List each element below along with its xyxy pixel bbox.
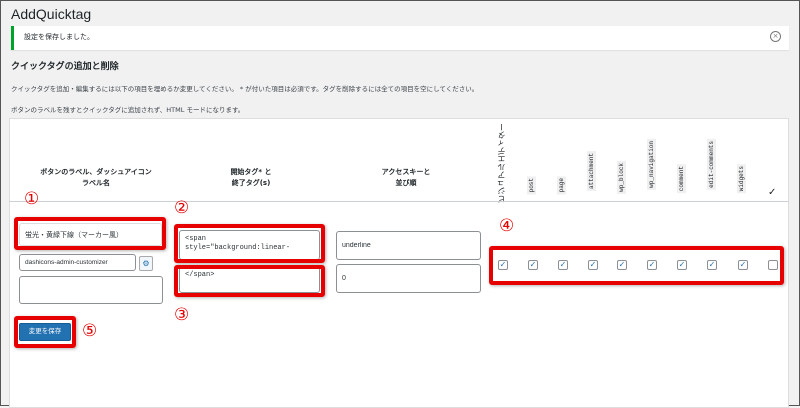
title-textarea[interactable] [19,276,163,304]
header-label-line2: ラベル名 [82,179,110,187]
annotation-2: ② [174,198,190,218]
dashicon-picker-icon[interactable]: ⚙ [139,256,153,271]
description: クイックタグを追加・編集するには以下の項目を埋めるか変更してください。 * が付… [11,85,479,93]
header-post: post [527,176,536,195]
header-comment: comment [677,164,686,194]
annotation-4: ④ [499,216,515,236]
annotation-box-1 [14,217,166,250]
header-visual-editor: ビジュアルエディター [497,123,506,203]
access-key-input[interactable] [336,231,481,260]
header-tags: 開始タグ* と 終了タグ(s) [191,167,311,189]
page-title: AddQuicktag [11,6,92,22]
success-notice: 設定を保存しました。 × [11,26,789,50]
header-tags-line1: 開始タグ* と [230,168,272,176]
checkmark-icon[interactable]: ✓ [768,187,776,198]
header-access-line1: アクセスキーと [381,168,431,176]
header-page: page [557,176,566,195]
annotation-box-5 [14,316,76,348]
header-label: ボタンのラベル、ダッシュアイコン ラベル名 [16,167,176,189]
annotation-box-4 [489,246,784,285]
header-access: アクセスキーと 並び順 [346,167,466,189]
header-access-line2: 並び順 [395,179,417,187]
header-attachment: attachment [587,151,596,192]
annotation-3: ③ [174,305,190,325]
annotation-box-2 [174,224,325,263]
annotation-5: ⑤ [82,321,98,341]
header-widgets: widgets [737,164,746,194]
header-wp-navigation: wp_navigation [647,139,656,190]
header-wp-block: wp_block [617,161,626,194]
header-tags-line2: 終了タグ(s) [231,179,271,187]
order-input[interactable] [336,264,481,293]
notice-text: 設定を保存しました。 [24,33,94,41]
section-heading: クイックタグの追加と削除 [11,62,119,72]
header-label-line1: ボタンのラベル、ダッシュアイコン [40,168,152,176]
header-divider [9,201,789,202]
annotation-box-3 [174,265,325,297]
close-circle-icon[interactable]: × [770,31,781,42]
header-edit-comments: edit-comments [707,139,716,190]
dashicon-input[interactable] [19,254,136,271]
annotation-1: ① [24,189,40,209]
description-note: ボタンのラベルを残すとクイックタグに追加されず、HTML モードになります。 [11,106,245,114]
